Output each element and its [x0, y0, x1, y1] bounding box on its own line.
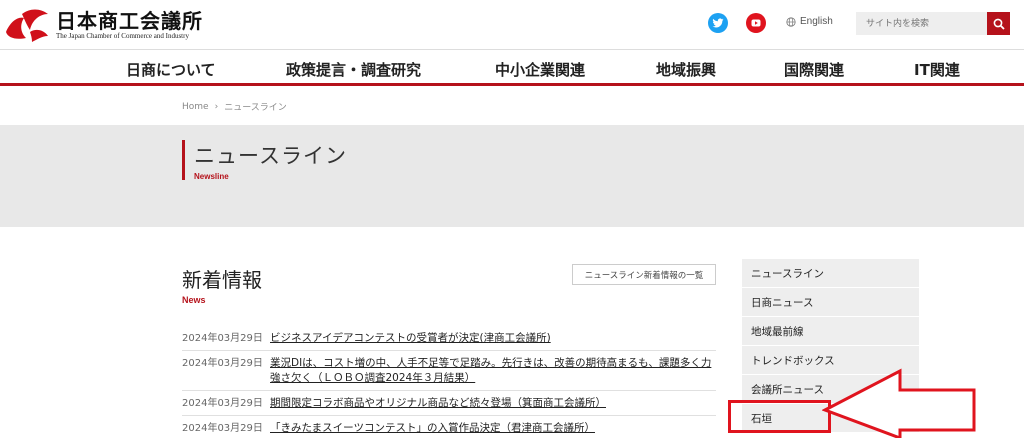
news-date: 2024年03月29日: [182, 423, 263, 434]
site-header: 日本商工会議所 The Japan Chamber of Commerce an…: [0, 0, 1024, 50]
news-title-link[interactable]: ビジネスアイデアコンテストの受賞者が決定(津商工会議所): [270, 331, 551, 346]
globe-icon: [786, 16, 796, 27]
breadcrumb: Home › ニュースライン: [182, 100, 287, 114]
breadcrumb-home[interactable]: Home: [182, 102, 209, 112]
search-input[interactable]: [856, 12, 988, 35]
page-subtitle: Newsline: [194, 172, 229, 181]
title-accent-bar: [182, 140, 185, 180]
site-search: [856, 12, 1010, 35]
nav-item-policy[interactable]: 政策提言・調査研究: [286, 59, 421, 80]
news-item: 2024年03月29日 期間限定コラボ商品やオリジナル商品など続々登場（箕面商工…: [182, 391, 716, 416]
news-subheading: News: [182, 295, 206, 305]
news-date: 2024年03月29日: [182, 398, 263, 409]
annotation-arrow-icon: [822, 368, 976, 438]
news-list: 2024年03月29日 ビジネスアイデアコンテストの受賞者が決定(津商工会議所)…: [182, 326, 716, 438]
nav-item-international[interactable]: 国際関連: [784, 59, 844, 80]
search-icon: [993, 18, 1005, 30]
news-title-link[interactable]: 業況DIは、コスト増の中、人手不足等で足踏み。先行きは、改善の期待高まるも、課題…: [270, 356, 716, 386]
news-item: 2024年03月29日 業況DIは、コスト増の中、人手不足等で足踏み。先行きは、…: [182, 351, 716, 391]
twitter-link[interactable]: [708, 13, 728, 33]
page-title: ニュースライン: [194, 144, 347, 168]
news-title-link[interactable]: 「きみたまスイーツコンテスト」の入賞作品決定（君津商工会議所）: [270, 421, 595, 436]
news-item: 2024年03月29日 ビジネスアイデアコンテストの受賞者が決定(津商工会議所): [182, 326, 716, 351]
site-logo[interactable]: 日本商工会議所 The Japan Chamber of Commerce an…: [2, 6, 203, 44]
news-title-link[interactable]: 期間限定コラボ商品やオリジナル商品など続々登場（箕面商工会議所）: [270, 396, 606, 411]
news-heading: 新着情報: [182, 268, 262, 292]
side-item-jcci-news[interactable]: 日商ニュース: [742, 288, 919, 317]
logo-japanese-text: 日本商工会議所: [56, 8, 203, 33]
breadcrumb-separator: ›: [214, 101, 219, 112]
youtube-link[interactable]: [746, 13, 766, 33]
nav-item-sme[interactable]: 中小企業関連: [495, 59, 585, 80]
breadcrumb-current: ニュースライン: [224, 103, 287, 113]
youtube-icon: [751, 19, 761, 27]
language-label: English: [800, 16, 833, 27]
news-all-link-button[interactable]: ニュースライン新着情報の一覧: [572, 264, 716, 285]
side-item-regional-frontline[interactable]: 地域最前線: [742, 317, 919, 346]
news-item: 2024年03月29日 「きみたまスイーツコンテスト」の入賞作品決定（君津商工会…: [182, 416, 716, 438]
twitter-icon: [712, 18, 724, 28]
nav-item-regional[interactable]: 地域振興: [656, 59, 716, 80]
nav-item-it[interactable]: IT関連: [914, 59, 960, 80]
logo-english-text: The Japan Chamber of Commerce and Indust…: [56, 31, 189, 40]
search-button[interactable]: [987, 12, 1010, 35]
annotation-highlight-box: [728, 400, 831, 433]
language-switch[interactable]: English: [786, 16, 833, 27]
news-date: 2024年03月29日: [182, 358, 263, 369]
page-title-band: [0, 125, 1024, 227]
nav-item-about[interactable]: 日商について: [126, 59, 216, 80]
side-item-newsline[interactable]: ニュースライン: [742, 259, 919, 288]
news-date: 2024年03月29日: [182, 333, 263, 344]
jcci-logo-icon: [6, 9, 48, 42]
global-nav: 日商について 政策提言・調査研究 中小企業関連 地域振興 国際関連 IT関連: [0, 50, 1024, 86]
